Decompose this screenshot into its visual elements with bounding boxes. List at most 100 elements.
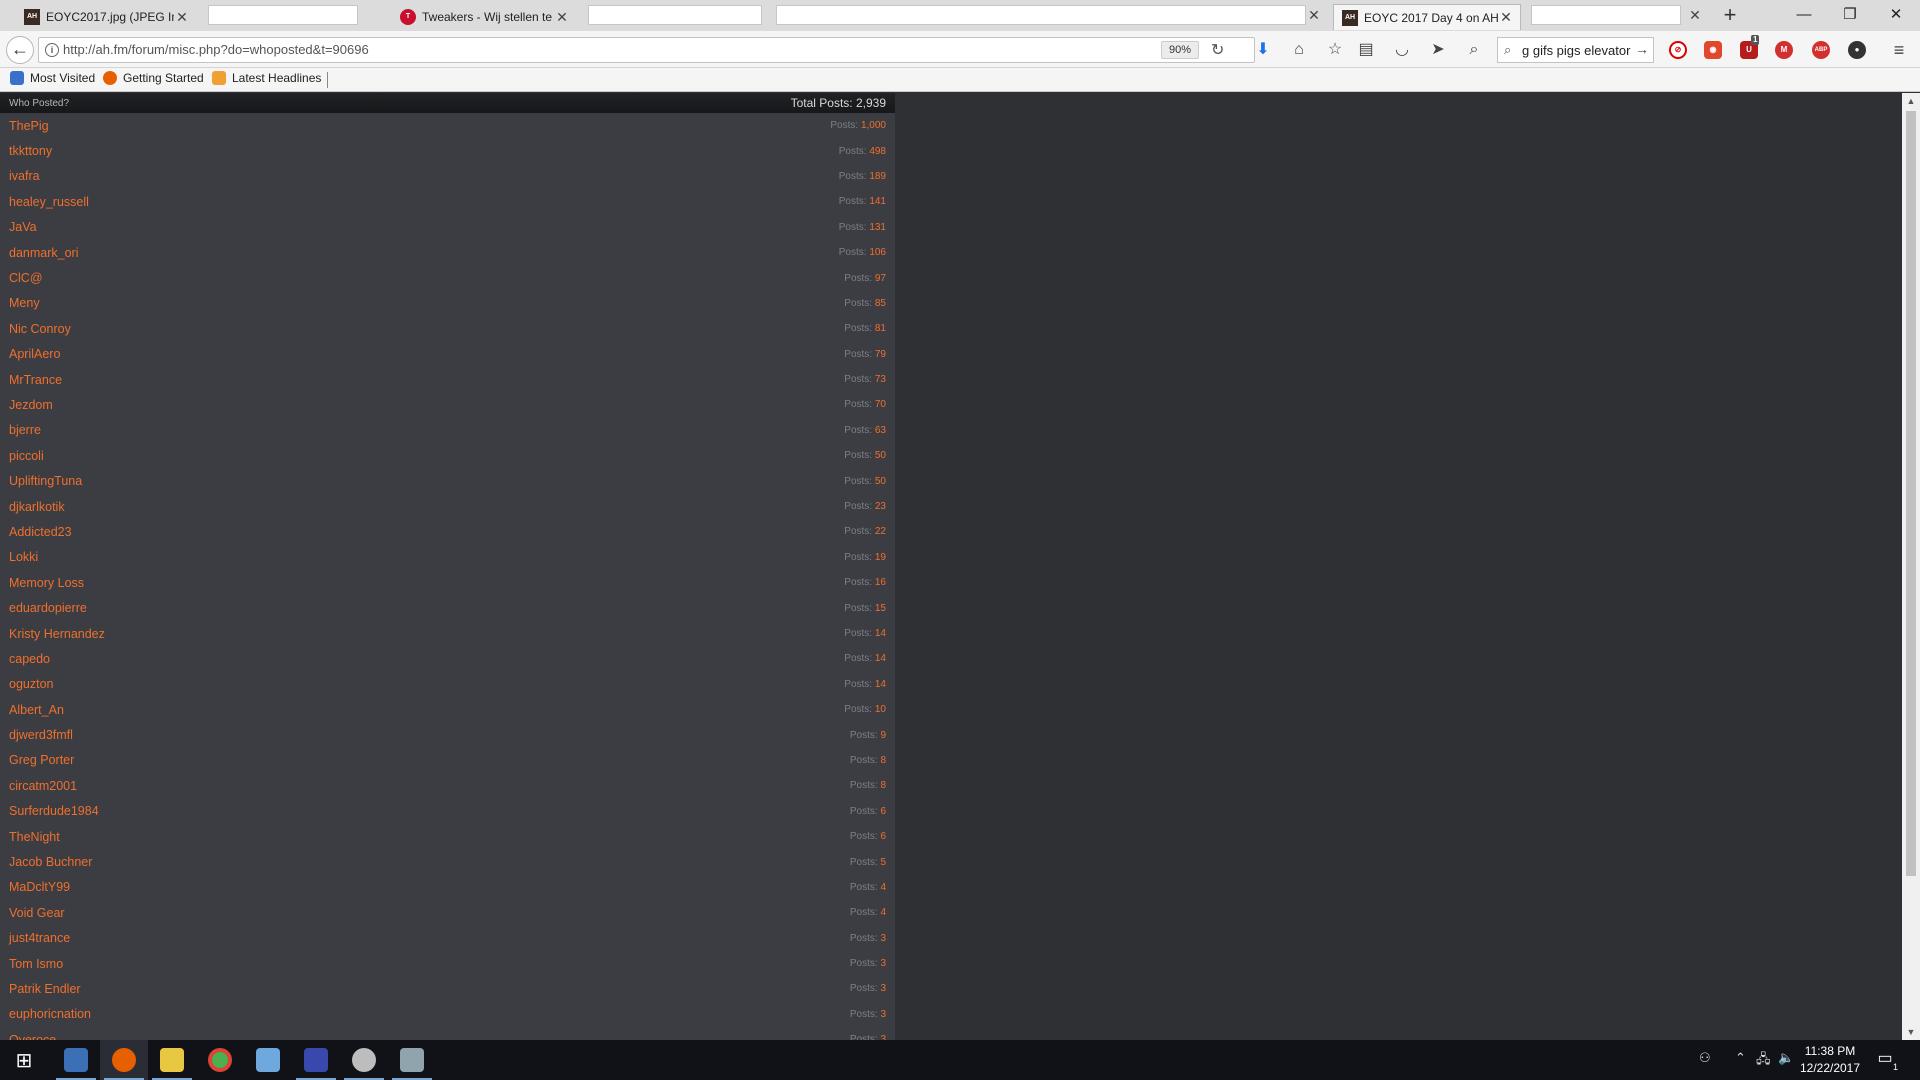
post-count-link[interactable]: 3 [880, 958, 886, 969]
close-tab-icon[interactable]: ✕ [1306, 7, 1322, 24]
taskbar-app-6[interactable] [292, 1040, 340, 1080]
show-hidden-icons-chevron-icon[interactable]: ⌃ [1735, 1050, 1746, 1066]
post-count-link[interactable]: 4 [880, 882, 886, 893]
taskbar-app-5[interactable] [244, 1040, 292, 1080]
menu-hamburger-icon[interactable]: ≡ [1886, 37, 1912, 63]
search-input[interactable]: g gifs pigs elevator [1522, 43, 1634, 58]
post-count-link[interactable]: 50 [875, 450, 886, 461]
find-icon[interactable]: ⌕ [1461, 37, 1487, 63]
screenshot-addon-icon[interactable]: ◉ [1704, 41, 1722, 59]
post-count-link[interactable]: 1,000 [861, 120, 886, 131]
username-link[interactable]: Surferdude1984 [9, 804, 99, 818]
restore-button[interactable]: ❐ [1827, 0, 1873, 31]
adblock-plus-icon[interactable]: ABP [1812, 41, 1830, 59]
download-icon[interactable]: ⬇ [1250, 37, 1276, 63]
post-count-link[interactable]: 141 [869, 196, 886, 207]
taskbar-app-8[interactable] [388, 1040, 436, 1080]
username-link[interactable]: Jezdom [9, 398, 53, 412]
reading-list-icon[interactable]: ▤ [1353, 37, 1379, 63]
post-count-link[interactable]: 4 [880, 907, 886, 918]
post-count-link[interactable]: 8 [880, 780, 886, 791]
taskbar-explorer[interactable] [52, 1040, 100, 1080]
username-link[interactable]: Greg Porter [9, 753, 74, 767]
username-link[interactable]: Albert_An [9, 703, 64, 717]
bookmark-latest-headlines[interactable]: Latest Headlines [212, 71, 321, 85]
taskbar-chrome[interactable] [196, 1040, 244, 1080]
post-count-link[interactable]: 63 [875, 425, 886, 436]
close-tab-icon[interactable]: ✕ [554, 9, 570, 26]
username-link[interactable]: Lokki [9, 550, 38, 564]
username-link[interactable]: djkarlkotik [9, 500, 65, 514]
post-count-link[interactable]: 14 [875, 679, 886, 690]
tab-blank-3[interactable]: ✕ [772, 4, 1326, 30]
mail-addon-icon[interactable]: M [1775, 41, 1793, 59]
post-count-link[interactable]: 8 [880, 755, 886, 766]
send-icon[interactable]: ➤ [1425, 37, 1451, 63]
username-link[interactable]: JaVa [9, 220, 37, 234]
post-count-link[interactable]: 3 [880, 933, 886, 944]
username-link[interactable]: just4trance [9, 931, 70, 945]
post-count-link[interactable]: 15 [875, 603, 886, 614]
username-link[interactable]: bjerre [9, 423, 41, 437]
username-link[interactable]: tkkttony [9, 144, 52, 158]
bookmark-getting-started[interactable]: Getting Started [103, 71, 204, 85]
site-info-icon[interactable]: i [45, 43, 59, 57]
tab-eoyc-day4[interactable]: AH EOYC 2017 Day 4 on AH ✕ [1333, 4, 1521, 30]
ublock-addon-icon[interactable]: U 1 [1740, 35, 1760, 59]
post-count-link[interactable]: 70 [875, 399, 886, 410]
url-bar[interactable]: i http://ah.fm/forum/misc.php?do=whopost… [38, 37, 1255, 63]
username-link[interactable]: capedo [9, 652, 50, 666]
username-link[interactable]: euphoricnation [9, 1007, 91, 1021]
username-link[interactable]: circatm2001 [9, 779, 77, 793]
tab-blank-4[interactable]: ✕ [1527, 4, 1709, 30]
post-count-link[interactable]: 50 [875, 476, 886, 487]
post-count-link[interactable]: 131 [869, 222, 886, 233]
start-button[interactable]: ⊞ [0, 1040, 48, 1080]
username-link[interactable]: danmark_ori [9, 246, 78, 260]
bookmark-star-icon[interactable]: ☆ [1322, 37, 1348, 63]
network-icon[interactable]: 🖧 [1756, 1050, 1771, 1072]
post-count-link[interactable]: 189 [869, 171, 886, 182]
close-tab-icon[interactable]: ✕ [1687, 7, 1703, 24]
post-count-link[interactable]: 10 [875, 704, 886, 715]
new-tab-button[interactable]: + [1717, 4, 1743, 28]
tab-blank-1[interactable] [204, 4, 390, 30]
username-link[interactable]: piccoli [9, 449, 44, 463]
username-link[interactable]: Kristy Hernandez [9, 627, 105, 641]
username-link[interactable]: TheNight [9, 830, 60, 844]
close-tab-icon[interactable]: ✕ [174, 9, 190, 26]
people-icon[interactable]: ⚇ [1699, 1050, 1711, 1066]
post-count-link[interactable]: 106 [869, 247, 886, 258]
post-count-link[interactable]: 16 [875, 577, 886, 588]
username-link[interactable]: Memory Loss [9, 576, 84, 590]
post-count-link[interactable]: 19 [875, 552, 886, 563]
username-link[interactable]: Nic Conroy [9, 322, 71, 336]
scroll-down-arrow-icon[interactable]: ▼ [1902, 1024, 1920, 1040]
post-count-link[interactable]: 9 [880, 730, 886, 741]
username-link[interactable]: MrTrance [9, 373, 62, 387]
username-link[interactable]: ThePig [9, 119, 49, 133]
home-icon[interactable]: ⌂ [1286, 37, 1312, 63]
reload-icon[interactable]: ↻ [1211, 40, 1224, 60]
post-count-link[interactable]: 6 [880, 806, 886, 817]
username-link[interactable]: MaDcltY99 [9, 880, 70, 894]
post-count-link[interactable]: 14 [875, 628, 886, 639]
username-link[interactable]: Overoce [9, 1033, 56, 1040]
username-link[interactable]: Meny [9, 296, 40, 310]
post-count-link[interactable]: 6 [880, 831, 886, 842]
post-count-link[interactable]: 498 [869, 146, 886, 157]
scrollbar-thumb[interactable] [1906, 111, 1916, 876]
bookmark-most-visited[interactable]: Most Visited [10, 71, 95, 85]
pocket-icon[interactable]: ◡ [1389, 37, 1415, 63]
username-link[interactable]: ivafra [9, 169, 40, 183]
post-count-link[interactable]: 5 [880, 857, 886, 868]
vertical-scrollbar[interactable]: ▲ ▼ [1902, 93, 1920, 1040]
username-link[interactable]: Void Gear [9, 906, 65, 920]
post-count-link[interactable]: 73 [875, 374, 886, 385]
system-clock[interactable]: 11:38 PM 12/22/2017 [1790, 1043, 1870, 1077]
close-window-button[interactable]: ✕ [1873, 0, 1919, 31]
taskbar-firefox[interactable] [100, 1040, 148, 1080]
post-count-link[interactable]: 14 [875, 653, 886, 664]
username-link[interactable]: Addicted23 [9, 525, 72, 539]
tab-eoyc-jpg[interactable]: AH EOYC2017.jpg (JPEG Ima ✕ [16, 4, 196, 30]
